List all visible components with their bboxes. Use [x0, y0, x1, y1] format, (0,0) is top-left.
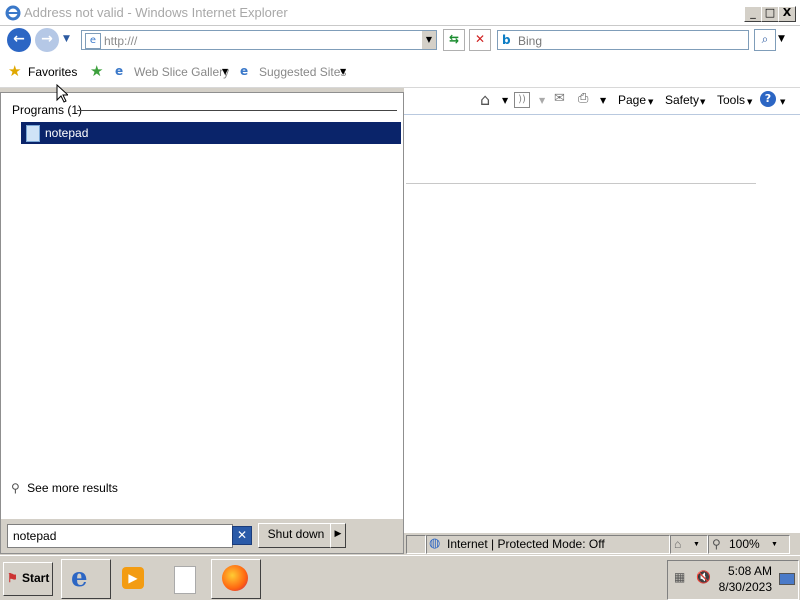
address-dropdown-icon[interactable]: ▼ [422, 31, 436, 49]
status-pane-blank [406, 535, 426, 554]
web-slice-gallery-link[interactable]: Web Slice Gallery [134, 65, 229, 79]
safety-dropdown-icon[interactable]: ▼ [700, 98, 705, 106]
protection-pane[interactable]: ⌂ ▼ [670, 535, 708, 554]
help-dropdown-icon[interactable]: ▼ [780, 98, 785, 106]
start-menu: Programs (1) notepad ⚲ See more results … [0, 92, 404, 554]
start-search-value: notepad [13, 529, 57, 543]
favorites-button[interactable]: Favorites [28, 65, 77, 79]
notepad-icon [26, 125, 40, 142]
volume-muted-icon[interactable]: 🔇 [696, 570, 711, 584]
media-player-icon: ▶ [122, 567, 144, 589]
search-placeholder: Bing [518, 34, 543, 48]
clear-search-button[interactable]: ✕ [232, 526, 252, 545]
taskbar: ⚑ Start e ▶ ▦ 🔇 5:08 AM 8/30/2023 [0, 555, 800, 600]
blank-document-icon [174, 566, 196, 594]
favorites-bar: ★ Favorites ★ e Web Slice Gallery ▼ e Su… [0, 56, 800, 88]
feeds-dropdown-icon[interactable]: ▼ [539, 96, 545, 105]
search-options-icon[interactable]: ▼ [778, 34, 785, 44]
zoom-icon: ⚲ [712, 537, 721, 551]
start-search-strip: notepad ✕ Shut down ▶ [1, 519, 403, 553]
zoom-dropdown-icon: ▼ [771, 541, 778, 548]
stop-button[interactable]: ✕ [469, 29, 491, 51]
print-icon[interactable]: ⎙ [578, 91, 588, 106]
address-text: http:/// [104, 34, 138, 48]
title-bar: Address not valid - Windows Internet Exp… [0, 0, 800, 26]
taskbar-firefox-button[interactable] [211, 559, 261, 599]
add-favorites-icon[interactable]: ★ [90, 62, 103, 80]
home-icon[interactable]: ⌂ [480, 90, 490, 109]
windows-flag-icon: ⚑ [7, 571, 18, 585]
suggested-sites-icon: e [240, 64, 249, 78]
refresh-button[interactable]: ⇆ [443, 29, 465, 51]
taskbar-file-button[interactable] [160, 559, 208, 599]
forward-button[interactable]: → [35, 28, 59, 52]
search-go-button[interactable]: ⌕ [754, 29, 776, 51]
suggested-sites-link[interactable]: Suggested Sites [259, 65, 346, 79]
programs-divider [77, 110, 397, 111]
mail-icon[interactable]: ✉ [554, 91, 565, 106]
command-bar: ⌂ ▼ )) ▼ ✉ ⎙ ▼ Page ▼ Safety ▼ Tools ▼ ?… [404, 88, 800, 114]
page-icon: e [85, 33, 101, 49]
web-slice-dropdown-icon[interactable]: ▼ [222, 67, 228, 76]
program-item-notepad[interactable]: notepad [21, 122, 401, 144]
zone-pane[interactable]: ◍ Internet | Protected Mode: Off [426, 535, 670, 554]
globe-icon: ◍ [429, 535, 441, 550]
back-button[interactable]: ← [7, 28, 31, 52]
start-button[interactable]: ⚑ Start [3, 562, 53, 596]
close-button[interactable]: X [778, 6, 796, 22]
clock-time[interactable]: 5:08 AM [728, 564, 772, 578]
firefox-icon [222, 565, 248, 591]
safety-menu[interactable]: Safety [665, 93, 699, 107]
tools-menu[interactable]: Tools [717, 93, 745, 107]
clock-date[interactable]: 8/30/2023 [719, 580, 772, 594]
maximize-button[interactable]: □ [761, 6, 779, 22]
zoom-level: 100% [729, 537, 760, 551]
content-divider [406, 183, 756, 184]
start-label: Start [22, 571, 50, 585]
minimize-button[interactable]: _ [744, 6, 762, 22]
status-bar: ◍ Internet | Protected Mode: Off ⌂ ▼ ⚲ 1… [404, 532, 800, 554]
show-desktop-icon[interactable] [779, 573, 795, 585]
ie-logo-icon [5, 5, 21, 21]
feeds-icon[interactable]: )) [514, 92, 530, 108]
page-menu[interactable]: Page [618, 93, 646, 107]
system-tray: ▦ 🔇 5:08 AM 8/30/2023 [667, 560, 799, 600]
shut-down-button[interactable]: Shut down [258, 523, 334, 548]
home-dropdown-icon[interactable]: ▼ [502, 96, 508, 105]
tools-dropdown-icon[interactable]: ▼ [747, 98, 752, 106]
bing-icon: b [502, 33, 511, 47]
address-bar[interactable]: e http:/// ▼ [81, 30, 437, 50]
start-search-input[interactable]: notepad [7, 524, 233, 548]
see-more-label: See more results [27, 481, 118, 495]
protection-icon: ⌂ [674, 537, 682, 551]
help-icon[interactable]: ? [760, 91, 776, 107]
search-icon: ⚲ [11, 481, 20, 495]
programs-header: Programs (1) [12, 103, 83, 117]
shut-down-arrow-icon[interactable]: ▶ [330, 523, 346, 548]
web-slice-icon: e [115, 64, 124, 78]
internet-explorer-icon: e [71, 563, 88, 593]
see-more-results-link[interactable]: ⚲ See more results [11, 481, 118, 495]
mouse-cursor-icon [56, 84, 68, 103]
suggested-sites-dropdown-icon[interactable]: ▼ [340, 67, 346, 76]
taskbar-ie-button[interactable]: e [61, 559, 111, 599]
taskbar-media-player-button[interactable]: ▶ [112, 559, 158, 599]
zone-text: Internet | Protected Mode: Off [447, 537, 605, 551]
favorites-star-icon: ★ [8, 62, 22, 80]
zoom-pane[interactable]: ⚲ 100% ▼ [708, 535, 790, 554]
protection-dropdown-icon: ▼ [693, 541, 700, 548]
history-dropdown-icon[interactable]: ▼ [63, 34, 70, 44]
print-dropdown-icon[interactable]: ▼ [600, 96, 606, 105]
page-dropdown-icon[interactable]: ▼ [648, 98, 653, 106]
search-input[interactable]: b Bing [497, 30, 749, 50]
network-icon[interactable]: ▦ [674, 570, 685, 584]
window-title: Address not valid - Windows Internet Exp… [24, 5, 288, 20]
page-content [404, 114, 800, 532]
program-item-label: notepad [45, 126, 89, 140]
